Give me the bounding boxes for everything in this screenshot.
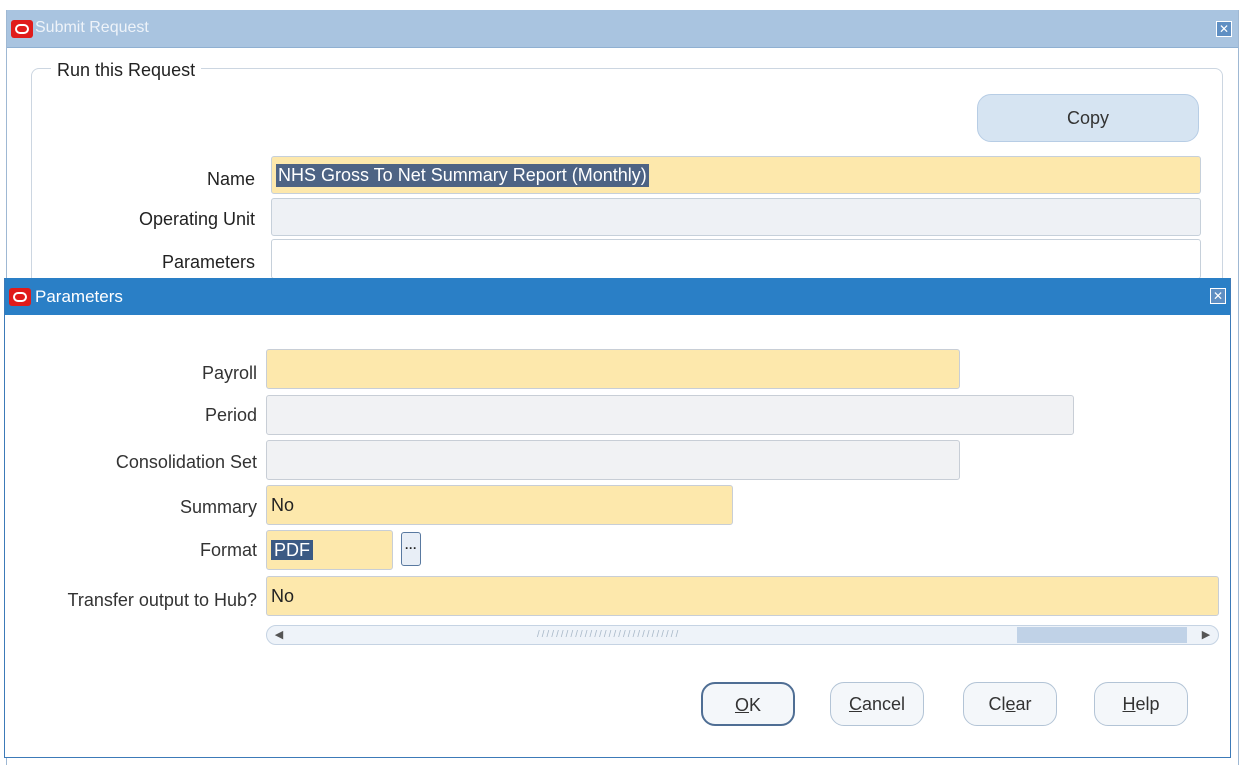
name-field[interactable]: NHS Gross To Net Summary Report (Monthly… [271, 156, 1201, 194]
name-label: Name [206, 169, 255, 189]
horizontal-scrollbar[interactable]: ◀ ////////////////////////////// ▶ [266, 625, 1219, 645]
transfer-to-hub-value: No [271, 586, 295, 606]
ok-mnemonic: O [734, 695, 749, 715]
oracle-logo-icon [9, 288, 31, 306]
copy-button[interactable]: Copy [977, 94, 1199, 142]
period-field[interactable] [266, 395, 1074, 435]
format-label: Format [199, 540, 257, 560]
close-icon[interactable]: ✕ [1210, 288, 1226, 304]
submit-request-titlebar[interactable]: Submit Request ✕ [7, 10, 1238, 48]
run-request-group-label: Run this Request [51, 60, 202, 81]
clear-label-start: Cl [988, 694, 1006, 714]
format-field[interactable]: PDF [266, 530, 393, 570]
help-button[interactable]: Help [1094, 682, 1188, 726]
summary-field[interactable]: No [266, 485, 733, 525]
scroll-grip-icon: ////////////////////////////// [537, 630, 681, 640]
scroll-right-arrow-icon[interactable]: ▶ [1198, 626, 1214, 644]
ok-button[interactable]: OK [701, 682, 795, 726]
cancel-label-rest: ancel [861, 694, 906, 714]
scroll-left-arrow-icon[interactable]: ◀ [271, 626, 287, 644]
parameters-titlebar[interactable]: Parameters ✕ [5, 278, 1230, 315]
ok-label-rest: K [749, 695, 762, 715]
cancel-mnemonic: C [848, 694, 862, 714]
consolidation-set-field[interactable] [266, 440, 960, 480]
format-value: PDF [271, 540, 313, 560]
payroll-label: Payroll [201, 363, 257, 383]
cancel-button[interactable]: Cancel [830, 682, 924, 726]
parameters-label: Parameters [161, 252, 255, 272]
consolidation-set-label: Consolidation Set [115, 452, 257, 472]
list-of-values-button[interactable]: ··· [401, 532, 421, 566]
summary-value: No [271, 495, 295, 515]
operating-unit-field[interactable] [271, 198, 1201, 236]
parameters-field[interactable] [271, 239, 1201, 279]
parameters-title: Parameters [35, 287, 123, 306]
close-icon[interactable]: ✕ [1216, 21, 1232, 37]
summary-label: Summary [179, 497, 257, 517]
help-mnemonic: H [1122, 694, 1136, 714]
name-value: NHS Gross To Net Summary Report (Monthly… [276, 164, 649, 187]
operating-unit-label: Operating Unit [138, 209, 255, 229]
period-label: Period [204, 405, 257, 425]
scrollbar-thumb[interactable] [1017, 627, 1187, 643]
submit-request-title: Submit Request [35, 19, 149, 36]
clear-button[interactable]: Clear [963, 682, 1057, 726]
oracle-logo-icon [11, 20, 33, 38]
transfer-to-hub-field[interactable]: No [266, 576, 1219, 616]
help-label-rest: elp [1135, 694, 1160, 714]
clear-label-rest: ar [1015, 694, 1032, 714]
parameters-window: Parameters ✕ Payroll Period Consolidatio… [4, 278, 1231, 758]
transfer-to-hub-label: Transfer output to Hub? [67, 590, 257, 610]
clear-mnemonic: e [1005, 694, 1016, 714]
payroll-field[interactable] [266, 349, 960, 389]
